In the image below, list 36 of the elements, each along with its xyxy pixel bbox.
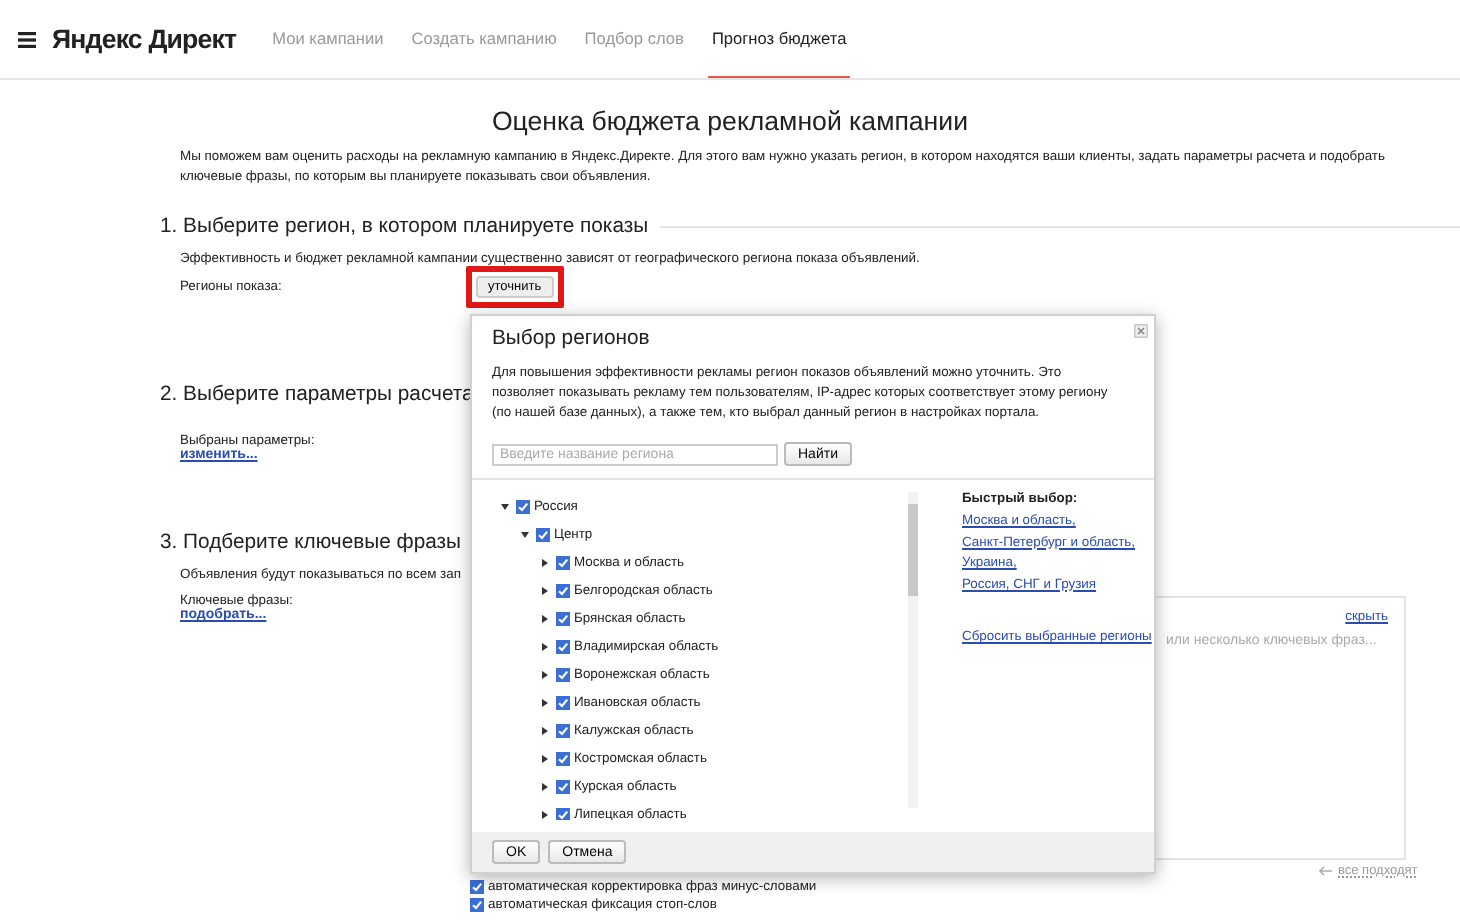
caret-right-icon[interactable]: [540, 809, 550, 819]
section-heading: 1. Выберите регион, в котором планируете показы: [160, 216, 649, 238]
checkbox[interactable]: [556, 583, 570, 597]
scrollbar[interactable]: [908, 492, 918, 808]
arrow-left-icon: [1318, 866, 1332, 876]
caret-right-icon[interactable]: [540, 585, 550, 595]
checkbox[interactable]: [556, 779, 570, 793]
caret-down-icon[interactable]: [520, 529, 530, 539]
checkbox[interactable]: [470, 880, 484, 894]
page-title: Оценка бюджета рекламной кампании: [489, 106, 971, 136]
checkbox[interactable]: [556, 723, 570, 737]
close-icon[interactable]: [1134, 324, 1148, 338]
menu-icon[interactable]: [18, 31, 36, 47]
checkbox[interactable]: [536, 527, 550, 541]
checkbox[interactable]: [516, 499, 530, 513]
caret-right-icon[interactable]: [540, 557, 550, 567]
checkbox[interactable]: [556, 667, 570, 681]
checkbox[interactable]: [556, 639, 570, 653]
caret-down-icon[interactable]: [500, 501, 510, 511]
checkbox[interactable]: [556, 807, 570, 820]
checkbox[interactable]: [556, 751, 570, 765]
caret-right-icon[interactable]: [540, 697, 550, 707]
dialog-title: Выбор регионов: [492, 328, 650, 350]
checkbox[interactable]: [470, 898, 484, 912]
caret-right-icon[interactable]: [540, 669, 550, 679]
checkbox[interactable]: [556, 611, 570, 625]
caret-right-icon[interactable]: [540, 613, 550, 623]
checkbox[interactable]: [556, 695, 570, 709]
logo[interactable]: Яндекс Директ: [52, 24, 237, 54]
checkbox[interactable]: [556, 555, 570, 569]
caret-right-icon[interactable]: [540, 781, 550, 791]
caret-right-icon[interactable]: [540, 725, 550, 735]
caret-right-icon[interactable]: [540, 641, 550, 651]
section-heading: 3. Подберите ключевые фразы: [160, 532, 461, 554]
nav-tab[interactable]: Прогноз бюджета: [707, 0, 851, 78]
caret-right-icon[interactable]: [540, 753, 550, 763]
